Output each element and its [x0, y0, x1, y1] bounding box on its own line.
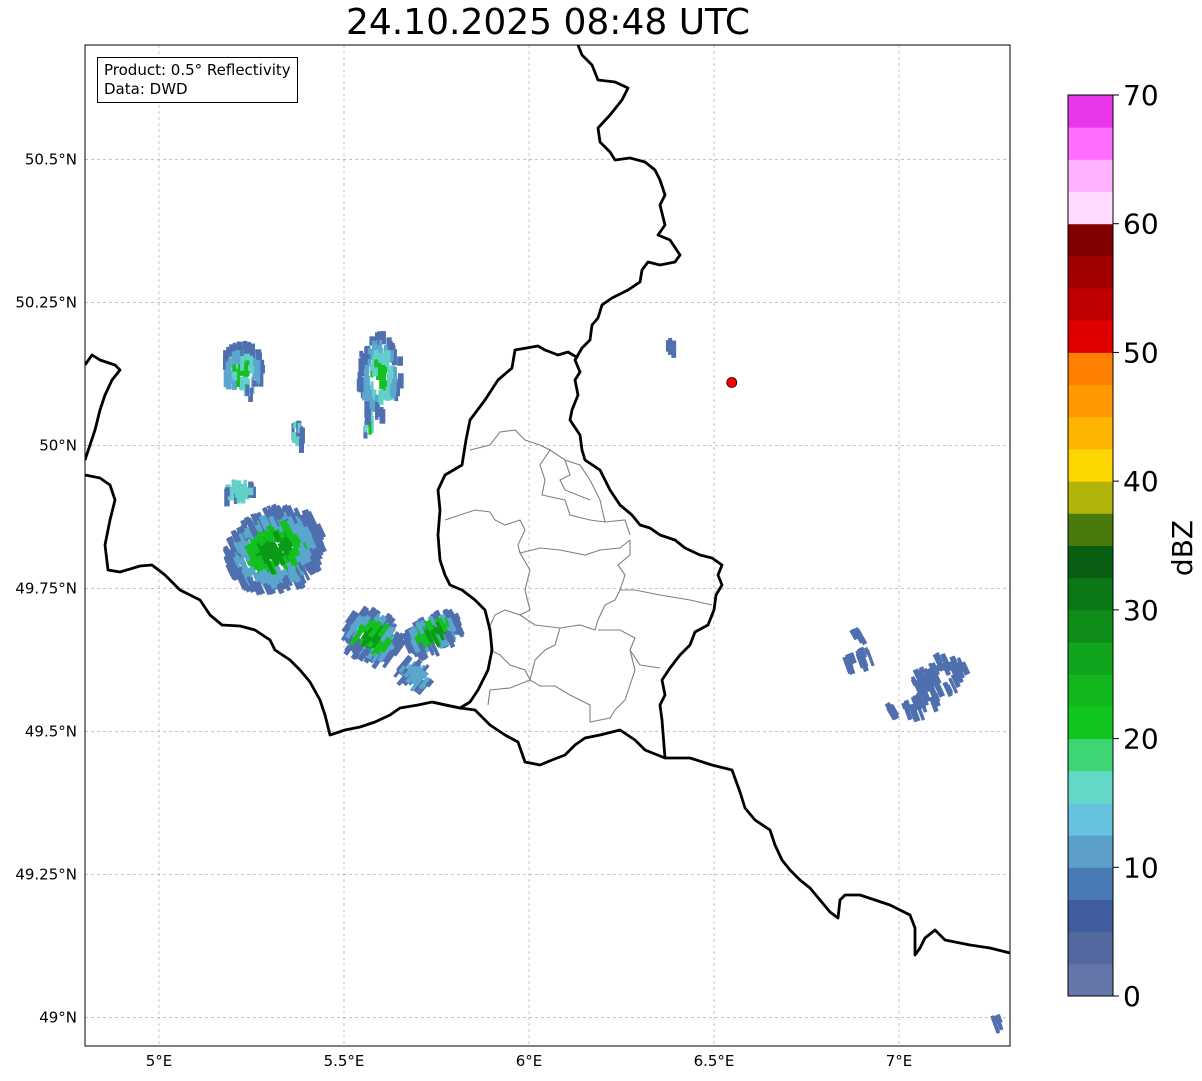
x-tick-label: 6°E — [516, 1052, 543, 1070]
colorbar-segment — [1068, 513, 1113, 546]
y-tick-label: 49.75°N — [15, 579, 77, 597]
data-source-label: Data: DWD — [104, 80, 188, 98]
colorbar-segment — [1068, 159, 1113, 193]
echo-pixel — [225, 361, 232, 375]
echo-pixel — [245, 384, 250, 397]
echo-pixel — [240, 356, 245, 371]
colorbar-segment — [1068, 191, 1113, 225]
colorbar-segment — [1068, 223, 1113, 257]
echo-pixel — [234, 350, 241, 365]
colorbar-segment — [1068, 127, 1113, 160]
echo-pixel — [667, 341, 672, 355]
x-tick-label: 6.5°E — [694, 1052, 735, 1070]
colorbar-segment — [1068, 706, 1113, 740]
colorbar: 0 10 20 30 40 50 60 70 — [1067, 79, 1159, 1013]
echo-pixel — [371, 340, 375, 351]
colorbar-segment — [1068, 770, 1113, 804]
echo-pixel — [256, 370, 261, 384]
echo-pixel — [374, 359, 378, 368]
colorbar-segment — [1068, 481, 1113, 514]
colorbar-segment — [1068, 448, 1113, 482]
colorbar-segment — [1068, 642, 1113, 675]
echo-pixel — [363, 387, 367, 398]
colorbar-segment — [1068, 255, 1113, 289]
echo-pixel — [232, 371, 238, 381]
radar-site-marker — [726, 377, 738, 388]
echo-pixel — [226, 347, 232, 357]
echo-pixel — [379, 340, 383, 353]
colorbar-segment — [1068, 384, 1113, 418]
echo-pixel — [365, 408, 371, 425]
colorbar-tick-label: 50 — [1123, 336, 1159, 369]
colorbar-segment — [1068, 545, 1113, 579]
echo-pixel — [380, 368, 386, 383]
colorbar-segment — [1068, 352, 1113, 386]
colorbar-tick-label: 70 — [1123, 79, 1159, 112]
info-box: Product: 0.5° Reflectivity Data: DWD — [97, 57, 298, 103]
echo-pixel — [393, 367, 397, 380]
colorbar-segment — [1068, 931, 1113, 965]
echo-pixel — [671, 340, 677, 358]
echo-pixel — [356, 378, 362, 392]
x-tick-label: 7°E — [886, 1052, 913, 1070]
colorbar-segment — [1068, 674, 1113, 707]
echo-pixel — [387, 341, 393, 348]
y-tick-label: 49°N — [39, 1008, 77, 1026]
colorbar-segment — [1068, 95, 1113, 128]
y-tick-label: 49.5°N — [25, 722, 77, 740]
longitude-ticks: 5°E 5.5°E 6°E 6.5°E 7°E — [146, 1052, 913, 1070]
echo-pixel — [292, 432, 296, 443]
product-label: Product: 0.5° Reflectivity — [104, 61, 291, 79]
y-tick-label: 50.25°N — [15, 293, 77, 311]
echo-pixel — [390, 350, 394, 362]
colorbar-segment — [1068, 899, 1113, 933]
y-tick-label: 50°N — [39, 436, 77, 454]
echo-pixel — [359, 350, 364, 358]
colorbar-tick-label: 60 — [1123, 208, 1159, 241]
colorbar-segment — [1068, 288, 1113, 321]
echo-pixel — [397, 356, 403, 366]
echo-pixel — [384, 350, 391, 363]
colorbar-segment — [1068, 835, 1113, 868]
latitude-ticks: 50.5°N 50.25°N 50°N 49.75°N 49.5°N 49.25°N 49°… — [15, 150, 77, 1026]
radar-map: 5°E 5.5°E 6°E 6.5°E 7°E 50.5°N 50.25°N 50°N 49.… — [15, 44, 1199, 1070]
x-tick-label: 5°E — [146, 1052, 173, 1070]
echo-pixel — [379, 409, 386, 424]
colorbar-tick-label: 20 — [1123, 723, 1159, 756]
echo-pixel — [388, 375, 392, 382]
colorbar-segment — [1068, 867, 1113, 900]
echo-pixel — [370, 381, 374, 390]
colorbar-tick-label: 30 — [1123, 594, 1159, 627]
echo-pixel — [241, 486, 246, 504]
map-background — [85, 45, 1010, 1046]
echo-pixel — [224, 487, 230, 497]
echo-pixel — [374, 349, 379, 360]
colorbar-segment — [1068, 609, 1113, 643]
echo-pixel — [391, 378, 397, 393]
echo-pixel — [247, 487, 254, 496]
colorbar-segment — [1068, 320, 1113, 353]
echo-pixel — [239, 376, 245, 391]
y-tick-label: 50.5°N — [25, 150, 77, 168]
echo-pixel — [382, 380, 388, 387]
colorbar-tick-label: 10 — [1123, 851, 1159, 884]
echo-pixel — [247, 365, 253, 372]
echo-pixel — [225, 371, 232, 390]
colorbar-tick-label: 0 — [1123, 980, 1141, 1013]
y-tick-label: 49.25°N — [15, 865, 77, 883]
colorbar-segment — [1068, 416, 1113, 450]
colorbar-segment — [1068, 963, 1113, 997]
echo-pixel — [299, 427, 305, 444]
colorbar-tick-label: 40 — [1123, 465, 1159, 498]
colorbar-segment — [1068, 577, 1113, 611]
radar-site-dot — [726, 377, 738, 388]
colorbar-segment — [1068, 738, 1113, 772]
echo-pixel — [358, 359, 365, 377]
colorbar-segment — [1068, 802, 1113, 836]
echo-pixel — [375, 402, 379, 420]
colorbar-label: dBZ — [1166, 520, 1199, 576]
echo-pixel — [244, 353, 250, 361]
echo-pixel — [378, 389, 384, 405]
x-tick-label: 5.5°E — [324, 1052, 365, 1070]
